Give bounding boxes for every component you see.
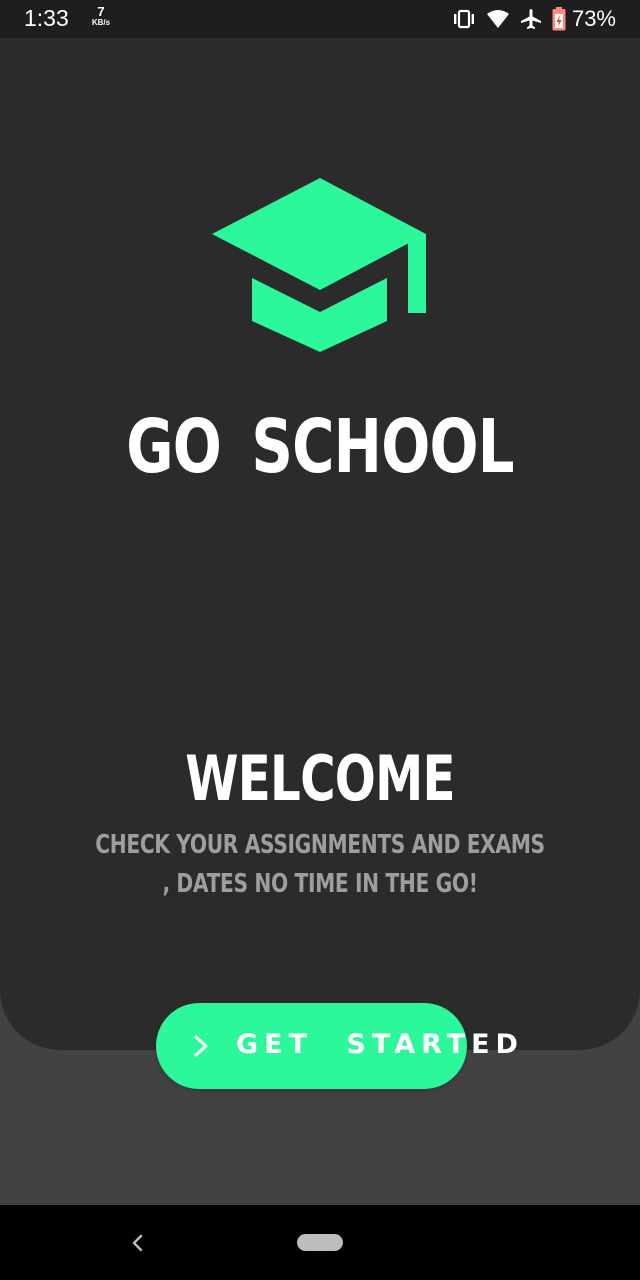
battery-percent: 73% (571, 6, 616, 31)
vibrate-icon (452, 9, 476, 29)
network-speed-value: 7 (97, 4, 105, 19)
home-pill[interactable] (297, 1234, 343, 1251)
welcome-subtitle-line-2: , DATES NO TIME IN THE GO! (162, 869, 478, 899)
battery-icon (552, 7, 566, 31)
get-started-button[interactable]: GET STARTED (156, 1003, 524, 1089)
network-speed-unit: KB/s (91, 18, 111, 27)
back-icon[interactable] (128, 1233, 148, 1253)
airplane-icon (520, 8, 542, 30)
welcome-title: WELCOME (185, 742, 455, 815)
wifi-icon (486, 9, 510, 29)
get-started-label: GET STARTED (236, 1029, 524, 1060)
graduation-cap-icon (210, 176, 430, 359)
navigation-bar (0, 1205, 640, 1280)
app-title: GO SCHOOL (126, 404, 514, 490)
status-time: 1:33 (24, 5, 69, 31)
network-speed: 7 KB/s (88, 4, 114, 27)
welcome-subtitle: CHECK YOUR ASSIGNMENTS AND EXAMS , DATES… (70, 826, 569, 904)
welcome-subtitle-line-1: CHECK YOUR ASSIGNMENTS AND EXAMS (95, 830, 545, 860)
status-bar: 1:33 7 KB/s 73% (0, 0, 640, 38)
chevron-right-icon (194, 1034, 208, 1061)
status-icons: 73% (452, 6, 616, 32)
